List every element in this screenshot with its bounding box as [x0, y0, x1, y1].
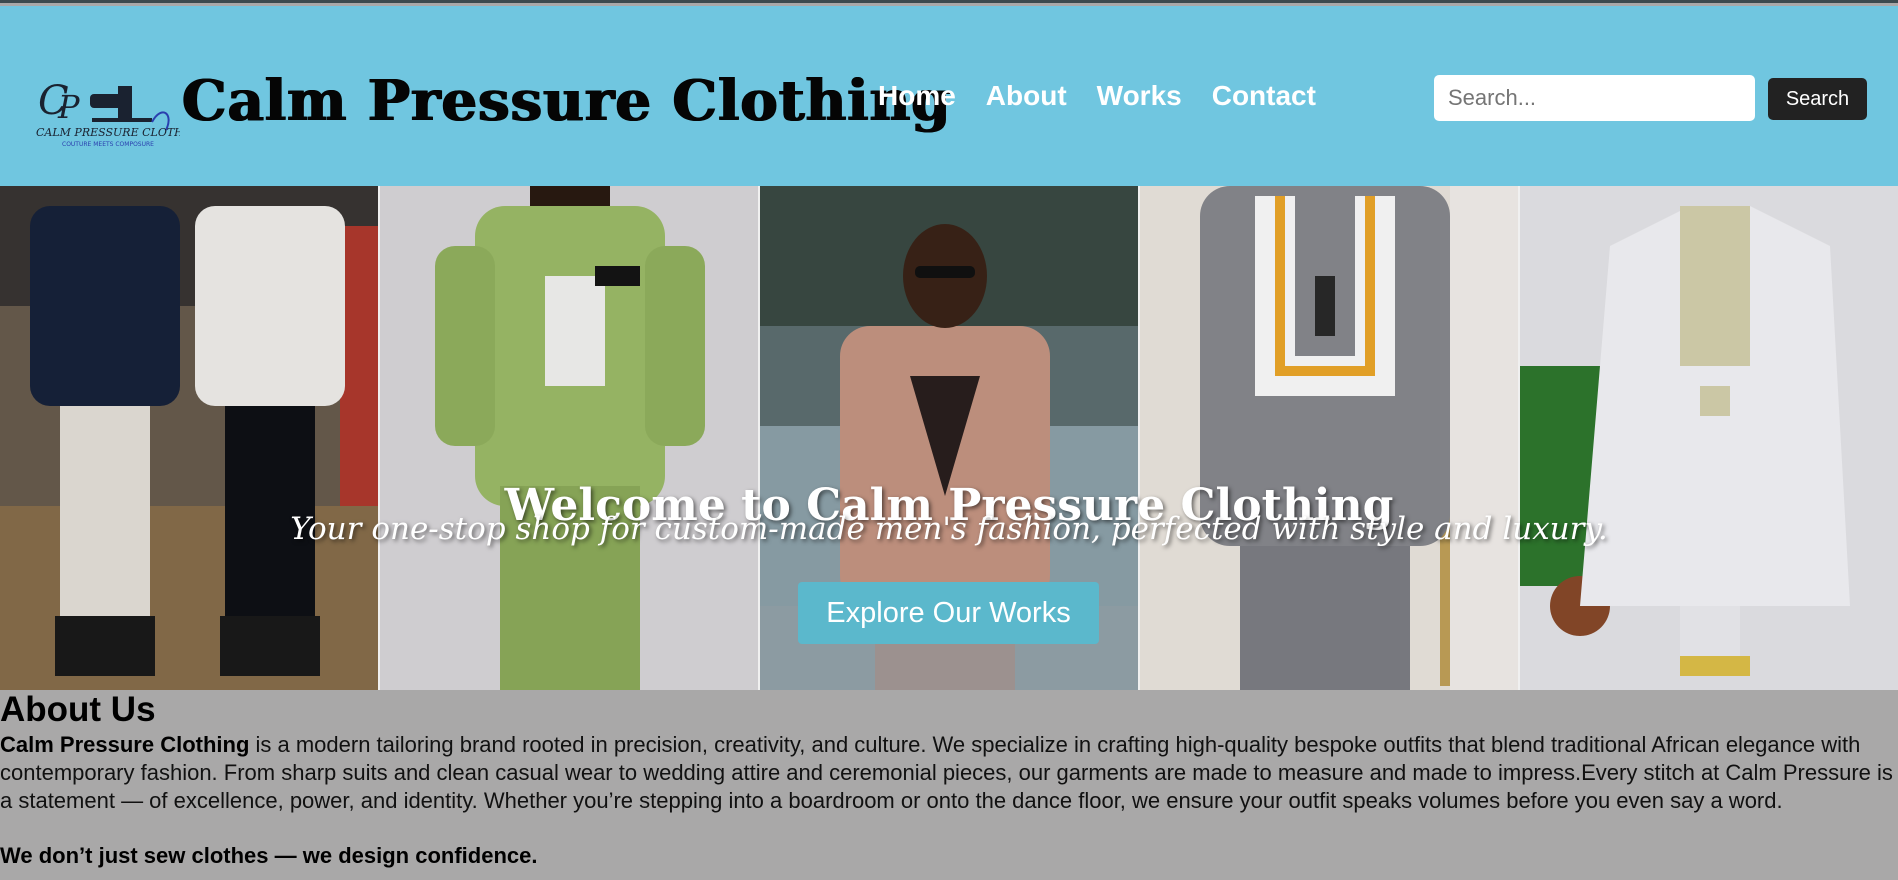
nav-works[interactable]: Works	[1097, 80, 1182, 112]
site-header: C P CALM PRESSURE CLOTHING COUTURE MEETS…	[0, 6, 1898, 186]
about-body: Calm Pressure Clothing is a modern tailo…	[0, 731, 1896, 815]
brand-logo[interactable]: C P CALM PRESSURE CLOTHING COUTURE MEETS…	[34, 74, 180, 150]
hero-subtitle: Your one-stop shop for custom-made men's…	[290, 511, 1608, 547]
brand-title: Calm Pressure Clothing	[182, 68, 952, 134]
search-input[interactable]	[1434, 75, 1755, 121]
about-brand-name: Calm Pressure Clothing	[0, 732, 250, 757]
svg-text:COUTURE MEETS COMPOSURE: COUTURE MEETS COMPOSURE	[62, 141, 154, 148]
svg-text:P: P	[57, 88, 80, 126]
search-button[interactable]: Search	[1768, 78, 1867, 120]
about-tagline: We don’t just sew clothes — we design co…	[0, 843, 538, 868]
nav-contact[interactable]: Contact	[1212, 80, 1316, 112]
svg-text:CALM PRESSURE CLOTHING: CALM PRESSURE CLOTHING	[36, 126, 180, 139]
about-title: About Us	[0, 690, 156, 729]
nav-home[interactable]: Home	[878, 80, 956, 112]
nav-about[interactable]: About	[986, 80, 1067, 112]
main-nav: Home About Works Contact	[878, 80, 1316, 112]
explore-works-button[interactable]: Explore Our Works	[798, 582, 1099, 644]
about-body-text: is a modern tailoring brand rooted in pr…	[0, 732, 1893, 813]
